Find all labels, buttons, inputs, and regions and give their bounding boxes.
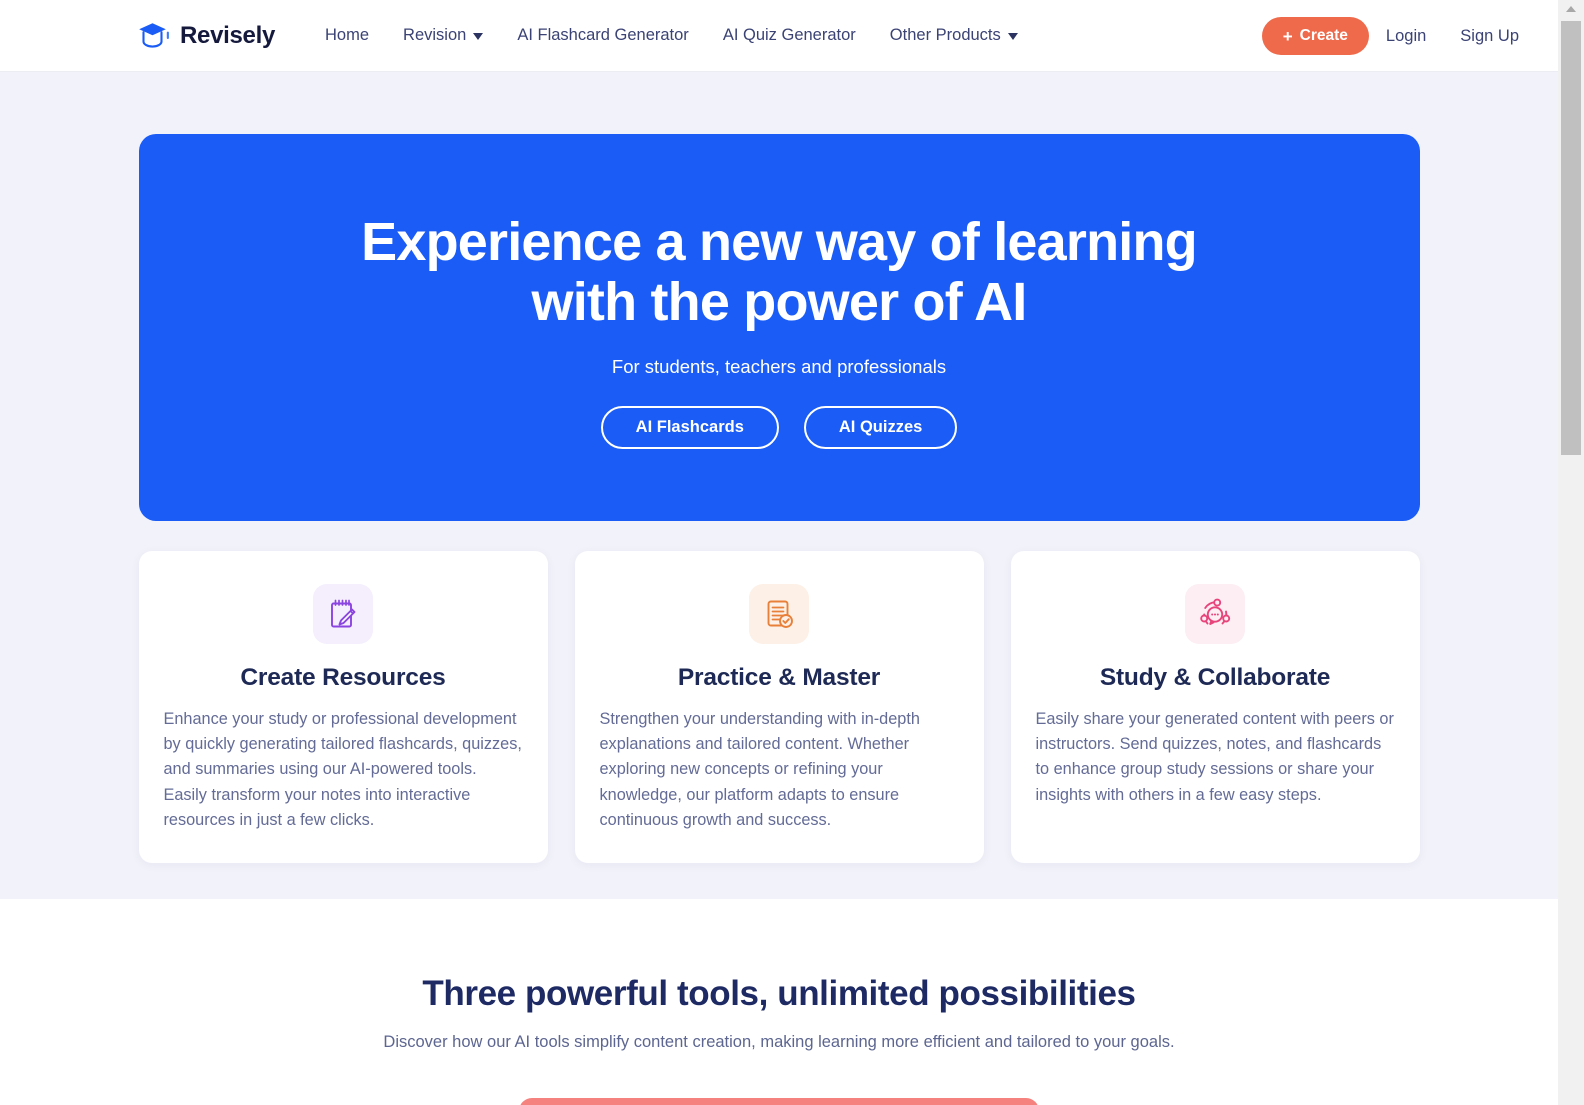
- feature-card-body: Enhance your study or professional devel…: [163, 709, 522, 829]
- vertical-scrollbar[interactable]: [1558, 0, 1584, 1105]
- chevron-down-icon: [473, 33, 484, 40]
- nav-label: AI Flashcard Generator: [517, 26, 689, 44]
- chevron-up-icon: [1566, 6, 1576, 12]
- tools-section-title: Three powerful tools, unlimited possibil…: [422, 974, 1136, 1013]
- feature-card-title: Study & Collaborate: [1099, 663, 1331, 691]
- nav-item-revision[interactable]: Revision: [386, 26, 500, 45]
- login-link[interactable]: Login: [1369, 27, 1443, 46]
- create-button-label: Create: [1299, 27, 1348, 44]
- plus-icon: +: [1282, 26, 1293, 46]
- feature-card-body: Easily share your generated content with…: [1035, 709, 1394, 804]
- page-viewport: Revisely Home Revision AI Flashcard Gene…: [0, 0, 1558, 1105]
- hero-banner: Experience a new way of learning with th…: [138, 134, 1420, 521]
- chevron-down-icon: [1007, 33, 1018, 40]
- ai-quizzes-button[interactable]: AI Quizzes: [803, 405, 958, 449]
- hero-title-line-2: with the power of AI: [531, 272, 1028, 333]
- nav-label: Home: [325, 26, 370, 44]
- brand-name: Revisely: [180, 21, 276, 49]
- nav-item-ai-quiz-generator[interactable]: AI Quiz Generator: [706, 26, 873, 45]
- hero-title-line-1: Experience a new way of learning: [361, 212, 1198, 272]
- feature-card-body: Strengthen your understanding with in-de…: [599, 709, 920, 829]
- nav-item-home[interactable]: Home: [308, 26, 386, 45]
- hero-cta-group: AI Flashcards AI Quizzes: [179, 405, 1380, 449]
- nav-label: Revision: [403, 26, 467, 44]
- graduation-cap-icon: [137, 21, 171, 51]
- feature-card-create-resources: Create Resources Enhance your study or p…: [138, 550, 548, 864]
- hero-subtitle: For students, teachers and professionals: [611, 355, 947, 377]
- collaboration-chat-icon: [1185, 583, 1245, 644]
- feature-card-title: Create Resources: [240, 663, 446, 691]
- feature-card-study-collaborate: Study & Collaborate Easily share your ge…: [1010, 550, 1420, 864]
- primary-nav-links: Home Revision AI Flashcard Generator AI …: [308, 26, 1035, 45]
- tools-preview-panel: [519, 1098, 1039, 1105]
- tools-section-subtitle: Discover how our AI tools simplify conte…: [383, 1033, 1175, 1051]
- nav-actions: + Create Login Sign Up: [1261, 0, 1536, 72]
- ai-flashcards-button[interactable]: AI Flashcards: [600, 405, 779, 449]
- scroll-up-button[interactable]: [1558, 0, 1584, 18]
- feature-card-practice-master: Practice & Master Strengthen your unders…: [574, 550, 984, 864]
- signup-link[interactable]: Sign Up: [1443, 27, 1536, 46]
- nav-item-ai-flashcard-generator[interactable]: AI Flashcard Generator: [500, 26, 706, 45]
- scrollbar-thumb[interactable]: [1561, 21, 1581, 455]
- browser-page: Revisely Home Revision AI Flashcard Gene…: [0, 0, 1584, 1105]
- nav-item-other-products[interactable]: Other Products: [873, 26, 1035, 45]
- create-button[interactable]: + Create: [1261, 17, 1369, 55]
- feature-cards-row: Create Resources Enhance your study or p…: [138, 550, 1420, 864]
- nav-label: Other Products: [889, 26, 1001, 44]
- hero-title: Experience a new way of learning with th…: [179, 212, 1380, 333]
- notepad-pen-icon: [313, 583, 373, 644]
- document-check-icon: [749, 583, 809, 644]
- tools-section: Three powerful tools, unlimited possibil…: [0, 899, 1558, 1105]
- brand-logo-link[interactable]: Revisely: [137, 21, 275, 51]
- hero-section-wrapper: Experience a new way of learning with th…: [0, 72, 1558, 899]
- feature-card-title: Practice & Master: [677, 663, 881, 691]
- top-navigation-bar: Revisely Home Revision AI Flashcard Gene…: [0, 0, 1558, 72]
- nav-label: AI Quiz Generator: [722, 26, 856, 44]
